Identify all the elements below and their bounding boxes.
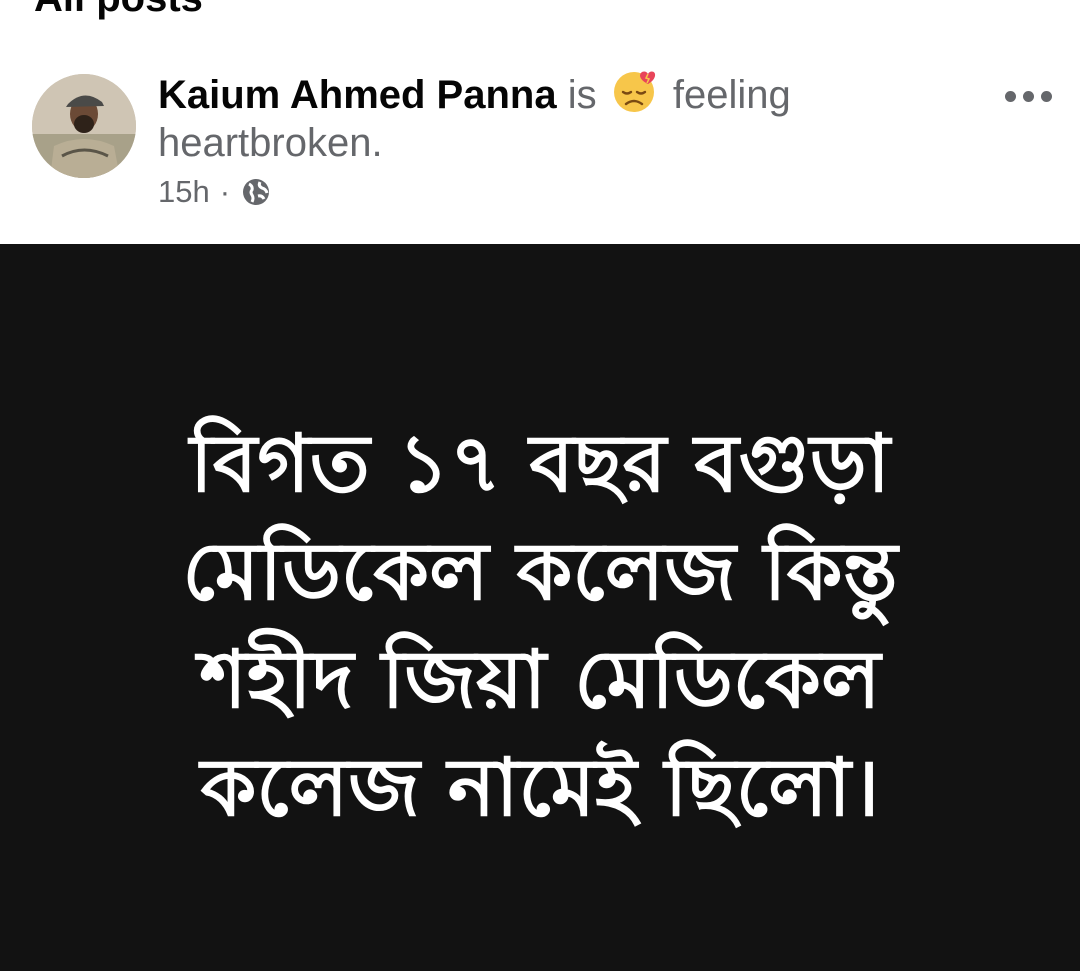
- image-text-line: শহীদ জিয়া মেডিকেল: [199, 633, 881, 726]
- post-image-text: বিগত ১৭ বছর বগুড়া মেডিকেল কলেজ কিন্তু শ…: [90, 410, 990, 842]
- meta-separator: ·: [219, 174, 231, 209]
- post-title: Kaium Ahmed Panna is feeling heartbroken…: [158, 66, 878, 167]
- globe-icon[interactable]: [240, 176, 272, 208]
- post-image[interactable]: বিগত ১৭ বছর বগুড়া মেডিকেল কলেজ কিন্তু শ…: [0, 244, 1080, 971]
- feeling-value: heartbroken.: [158, 121, 383, 165]
- feeling-word: feeling: [672, 73, 791, 117]
- image-text-line: কলেজ নামেই ছিলো।: [200, 741, 880, 834]
- image-text-line: মেডিকেল কলেজ কিন্তু: [182, 525, 898, 618]
- avatar-photo: [32, 74, 136, 178]
- avatar[interactable]: [32, 74, 136, 178]
- image-text-line: বিগত ১৭ বছর বগুড়া: [189, 417, 891, 510]
- is-word: is: [567, 73, 597, 117]
- post-header: All posts Kaium Ahmed Panna is: [0, 0, 1080, 244]
- more-options-button[interactable]: [996, 76, 1060, 116]
- post-meta: 15h ·: [158, 172, 272, 212]
- more-dot-icon: [1004, 90, 1016, 102]
- more-dot-icon: [1022, 90, 1034, 102]
- section-title: All posts: [34, 0, 203, 18]
- author-name[interactable]: Kaium Ahmed Panna: [158, 73, 557, 117]
- more-dot-icon: [1040, 90, 1052, 102]
- page: All posts Kaium Ahmed Panna is: [0, 0, 1080, 971]
- post-time[interactable]: 15h: [158, 174, 210, 210]
- heartbroken-emoji-icon: [613, 71, 655, 112]
